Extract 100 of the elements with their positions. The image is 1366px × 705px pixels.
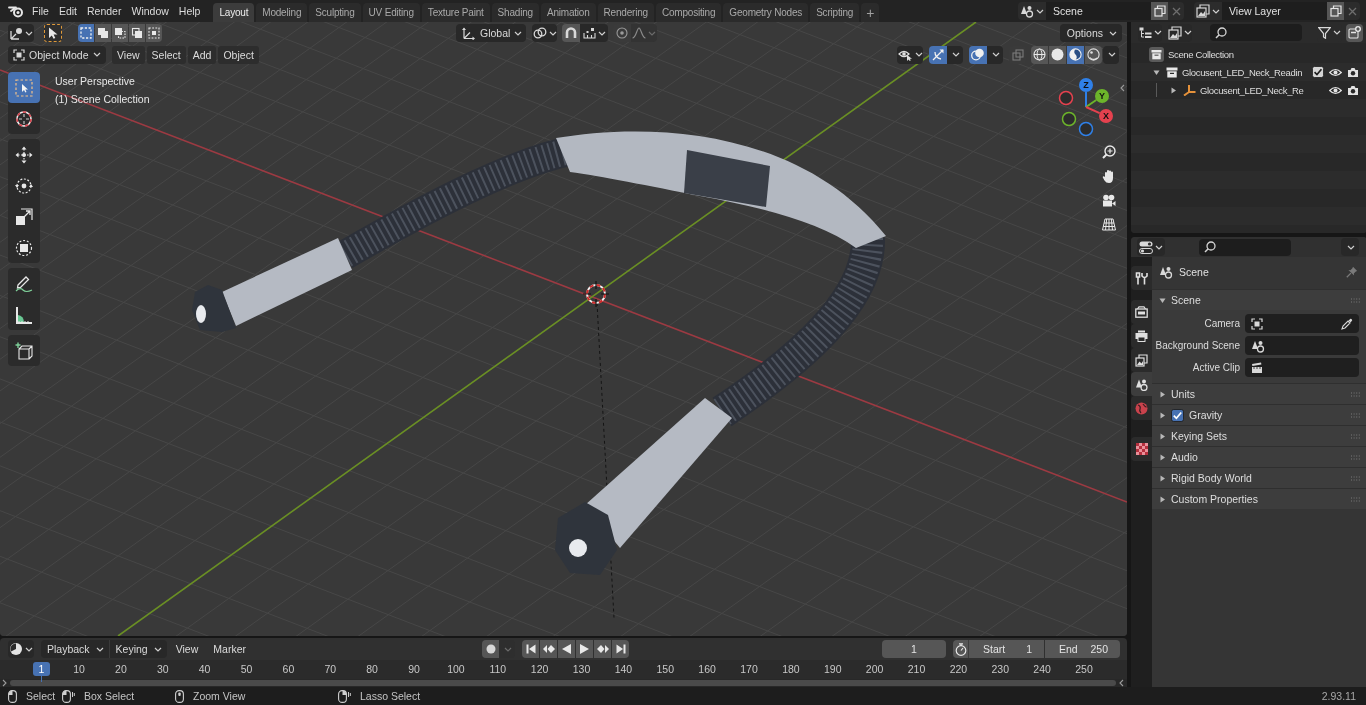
zoom-icon[interactable] <box>1101 145 1116 159</box>
search-field[interactable] <box>1199 238 1291 256</box>
pin-icon[interactable] <box>1346 266 1358 278</box>
data-field[interactable] <box>1245 358 1359 377</box>
workspace-tab[interactable]: Modeling <box>256 3 308 22</box>
menu-item[interactable]: File <box>27 0 54 22</box>
current-frame-marker[interactable]: 1 <box>33 662 50 676</box>
camera-icon[interactable] <box>1347 84 1359 96</box>
menu-dropdown[interactable]: Keying <box>109 640 167 658</box>
jump-to-start-button[interactable] <box>522 640 539 658</box>
selection-mode-button[interactable] <box>129 24 145 42</box>
drag-grip-icon[interactable] <box>1350 412 1361 418</box>
auto-keying-button[interactable] <box>482 640 499 658</box>
properties-tab[interactable] <box>1131 372 1152 396</box>
falloff-dropdown[interactable] <box>631 24 657 42</box>
snap-target-dropdown[interactable] <box>580 24 608 42</box>
perspective-grid-icon[interactable] <box>1101 218 1116 231</box>
pivot-point-dropdown[interactable] <box>532 24 557 42</box>
disclosure-triangle-icon[interactable] <box>1159 296 1166 304</box>
checkbox[interactable] <box>1171 408 1184 422</box>
hand-icon[interactable] <box>1101 169 1116 184</box>
timeline-scrollbar[interactable] <box>10 680 1116 686</box>
drag-grip-icon[interactable] <box>1350 496 1361 502</box>
eye-icon[interactable] <box>1329 67 1342 77</box>
workspace-tab[interactable]: Scripting <box>810 3 860 22</box>
negative-axis-button[interactable] <box>1061 111 1077 127</box>
workspace-tab[interactable]: Compositing <box>655 3 722 22</box>
disclosure-triangle-icon[interactable] <box>1159 411 1166 419</box>
workspace-tab[interactable]: Geometry Nodes <box>723 3 809 22</box>
disclosure-triangle-icon[interactable] <box>1153 68 1160 76</box>
app-logo-icon[interactable] <box>8 4 24 18</box>
selection-mode-button[interactable] <box>95 24 111 42</box>
workspace-tab[interactable]: Texture Paint <box>421 3 490 22</box>
drag-grip-icon[interactable] <box>1350 297 1361 303</box>
select-box-tool-button[interactable] <box>8 72 40 103</box>
u-shaped-neck-lamp-drawing[interactable] <box>192 131 886 575</box>
workspace-tab[interactable]: Shading <box>491 3 539 22</box>
play-button[interactable] <box>576 640 593 658</box>
axis-handle-button[interactable]: Y <box>1085 89 1109 108</box>
menu-item[interactable]: Marker <box>207 640 252 658</box>
drag-grip-icon[interactable] <box>1350 475 1361 481</box>
chevron-left-icon[interactable] <box>1119 679 1124 687</box>
menu-item[interactable]: Edit <box>53 0 82 22</box>
editor-type-button[interactable] <box>8 640 34 658</box>
eye-icon[interactable] <box>1329 85 1342 95</box>
active-tool-button[interactable] <box>44 24 62 42</box>
eyedropper-icon[interactable] <box>1341 317 1353 330</box>
axis-handle-button[interactable]: Z <box>1079 78 1093 108</box>
panel-header[interactable]: Gravity <box>1152 404 1366 425</box>
editor-type-button[interactable] <box>8 24 34 42</box>
selection-mode-button[interactable] <box>78 24 94 42</box>
workspace-tab[interactable]: Rendering <box>597 3 654 22</box>
disclosure-triangle-icon[interactable] <box>1159 453 1166 461</box>
outliner-item[interactable]: Glocusent_LED_Neck_Re <box>1200 84 1304 96</box>
current-frame-field[interactable]: 1 <box>882 640 946 658</box>
new-scene-button[interactable] <box>1151 2 1168 20</box>
drag-grip-icon[interactable] <box>1350 454 1361 460</box>
disclosure-triangle-icon[interactable] <box>1159 495 1166 503</box>
properties-tab[interactable] <box>1131 437 1152 461</box>
play-reverse-button[interactable] <box>558 640 575 658</box>
editor-type-button[interactable] <box>1137 238 1165 256</box>
disclosure-triangle-icon[interactable] <box>1159 432 1166 440</box>
panel-header[interactable]: Keying Sets <box>1152 425 1366 446</box>
search-field[interactable] <box>1210 24 1302 41</box>
menu-item[interactable]: Help <box>173 0 206 22</box>
drag-grip-icon[interactable] <box>1350 391 1361 397</box>
properties-tab[interactable] <box>1131 300 1152 324</box>
options-dropdown[interactable]: Options <box>1059 24 1122 42</box>
new-collection-button[interactable] <box>1346 23 1363 42</box>
panel-header[interactable]: Scene <box>1152 289 1366 310</box>
selection-mode-button[interactable] <box>146 24 162 42</box>
frame-ruler[interactable]: 1 10 20 30 40 50 60 70 80 90 100 110 120 130 140 150 160 170 180 190 200 210 220 230 240 250 <box>0 660 1127 679</box>
selection-mode-button[interactable] <box>112 24 128 42</box>
disclosure-triangle-icon[interactable] <box>1159 474 1166 482</box>
next-keyframe-button[interactable] <box>594 640 611 658</box>
proportional-edit-button[interactable] <box>613 24 631 42</box>
menu-item[interactable]: Window <box>126 0 174 22</box>
data-field[interactable] <box>1245 314 1359 333</box>
previous-keyframe-button[interactable] <box>540 640 557 658</box>
properties-tab[interactable] <box>1131 348 1152 372</box>
menu-item[interactable]: View <box>169 640 205 658</box>
disclosure-triangle-icon[interactable] <box>1159 390 1166 398</box>
workspace-tab[interactable]: Layout <box>213 3 255 22</box>
chevron-right-icon[interactable] <box>2 679 7 687</box>
scene-browse-button[interactable] <box>1018 2 1046 20</box>
properties-tab[interactable] <box>1131 266 1152 290</box>
scene-name-field[interactable]: Scene <box>1046 2 1151 20</box>
workspace-tab[interactable]: Sculpting <box>309 3 361 22</box>
axis-handle-button[interactable]: X <box>1085 106 1113 123</box>
disclosure-triangle-icon[interactable] <box>1170 86 1177 94</box>
panel-header[interactable]: Units <box>1152 383 1366 404</box>
start-frame-field[interactable]: Start 1 <box>969 640 1044 658</box>
3d-viewport[interactable]: Global Options Object Mode View Select Add Object User Perspective (1) Scene Collection Z Y X <box>0 22 1127 636</box>
jump-to-end-button[interactable] <box>612 640 629 658</box>
add-workspace-button[interactable]: + <box>861 3 880 22</box>
data-field[interactable] <box>1245 336 1359 355</box>
movie-camera-icon[interactable] <box>1101 194 1116 208</box>
negative-axis-button[interactable] <box>1078 121 1094 137</box>
workspace-tab[interactable]: UV Editing <box>362 3 420 22</box>
chevron-left-icon[interactable] <box>1120 84 1125 92</box>
